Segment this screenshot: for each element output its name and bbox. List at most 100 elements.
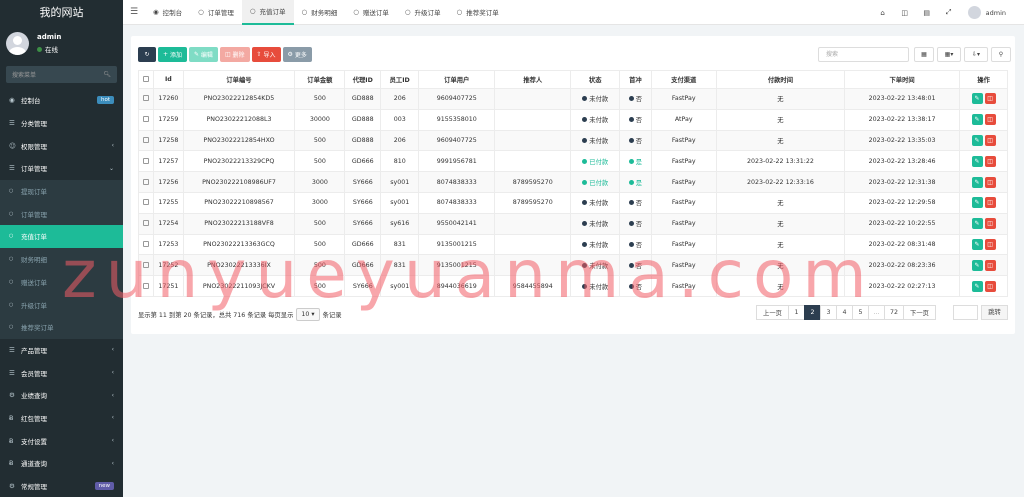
delete-row-button[interactable]: ◫ <box>984 155 996 167</box>
row-checkbox[interactable] <box>137 275 155 297</box>
row-checkbox[interactable] <box>137 212 155 235</box>
column-header[interactable]: 员工ID <box>380 70 420 89</box>
delete-row-button[interactable]: ◫ <box>984 280 996 292</box>
prev-page-button[interactable]: 上一页 <box>756 305 789 320</box>
row-checkbox[interactable] <box>137 171 155 193</box>
sidebar-item-17[interactable]: ⚙ 常规管理 new <box>0 475 123 497</box>
page-button[interactable]: 2 <box>804 305 821 320</box>
column-header[interactable]: Id <box>153 70 184 89</box>
delete-row-button[interactable]: ◫ <box>984 259 996 271</box>
per-page-select[interactable]: 10 ▾ <box>296 308 320 321</box>
row-checkbox[interactable] <box>137 108 155 131</box>
row-checkbox[interactable] <box>137 150 155 173</box>
sidebar-item-14[interactable]: Ƀ 红包管理 ‹ <box>0 407 123 430</box>
page-jump-input[interactable] <box>953 305 978 320</box>
table-row[interactable]: 17253 PNO23022213363GCQ 500 GD666 831 9135001… <box>137 233 1008 256</box>
translate-icon[interactable]: ▤ <box>916 9 938 17</box>
column-header[interactable]: 操作 <box>959 70 1008 89</box>
table-row[interactable]: 17257 PNO23022213329CPQ 500 GD666 810 9991956… <box>137 150 1008 173</box>
table-row[interactable]: 17258 PNO23022212854HXO 500 GD888 206 9609407… <box>137 129 1008 152</box>
sidebar-item-5[interactable]: ○ 订单管理 <box>0 202 123 226</box>
column-header[interactable]: 付款时间 <box>715 70 846 89</box>
add-button[interactable]: + 添加 <box>158 47 187 62</box>
page-button[interactable]: 5 <box>852 305 869 320</box>
sidebar-item-13[interactable]: ⚙ 业绩查询 ‹ <box>0 384 123 407</box>
sidebar-item-12[interactable]: ☰ 会员管理 ‹ <box>0 361 123 384</box>
table-row[interactable]: 17260 PNO23022212854KD5 500 GD888 206 9609407… <box>137 88 1008 110</box>
edit-row-button[interactable]: ✎ <box>971 134 983 146</box>
page-jump-button[interactable]: 跳转 <box>981 305 1008 320</box>
edit-row-button[interactable]: ✎ <box>971 155 983 167</box>
edit-row-button[interactable]: ✎ <box>971 93 983 105</box>
row-checkbox[interactable] <box>137 129 155 152</box>
row-checkbox[interactable] <box>137 88 155 110</box>
sidebar-item-6[interactable]: ○ 充值订单 <box>0 225 123 248</box>
tab-6[interactable]: ○ 推荐奖订单 <box>449 0 507 25</box>
tab-1[interactable]: ○ 订单管理 <box>190 0 242 25</box>
tab-0[interactable]: ◉ 控制台 <box>145 0 190 25</box>
delete-row-button[interactable]: ◫ <box>984 176 996 188</box>
delete-row-button[interactable]: ◫ <box>984 218 996 230</box>
delete-row-button[interactable]: ◫ <box>984 238 996 250</box>
column-header[interactable]: 状态 <box>570 70 621 89</box>
site-logo[interactable]: 我的网站 <box>0 0 123 25</box>
column-header[interactable]: 推荐人 <box>494 70 572 89</box>
tab-5[interactable]: ○ 升级订单 <box>397 0 449 25</box>
pagination-ellipsis[interactable]: ... <box>868 305 885 320</box>
edit-row-button[interactable]: ✎ <box>971 238 983 250</box>
refresh-button[interactable]: ↻ <box>138 47 156 62</box>
table-row[interactable]: 17251 PNO23022211093JCKV 500 SY666 sy001 8944… <box>137 275 1008 297</box>
row-checkbox[interactable] <box>137 191 155 214</box>
edit-row-button[interactable]: ✎ <box>971 259 983 271</box>
sidebar-item-16[interactable]: Ƀ 通道查询 ‹ <box>0 452 123 475</box>
edit-row-button[interactable]: ✎ <box>971 176 983 188</box>
sidebar-item-7[interactable]: ○ 财务明细 <box>0 247 123 271</box>
table-row[interactable]: 17256 PNO230222108986UF7 3000 SY666 sy001 807… <box>137 171 1008 193</box>
column-header[interactable]: 订单编号 <box>182 70 296 89</box>
page-button[interactable]: 1 <box>788 305 805 320</box>
search-toggle-button[interactable]: ⚲ <box>991 47 1011 62</box>
sidebar-item-15[interactable]: Ƀ 支付设置 ‹ <box>0 429 123 452</box>
menu-toggle-icon[interactable]: ☰ <box>123 7 145 17</box>
tab-2[interactable]: ○ 充值订单 <box>241 0 294 25</box>
home-icon[interactable]: ⌂ <box>872 9 894 17</box>
toggle-view-button[interactable]: ▦ <box>914 47 934 62</box>
delete-button[interactable]: ◫ 删除 <box>219 47 250 62</box>
edit-button[interactable]: ✎ 编辑 <box>188 47 218 62</box>
row-checkbox[interactable] <box>137 233 155 256</box>
columns-button[interactable]: ▦▾ <box>937 47 961 62</box>
column-header[interactable]: 代理ID <box>344 70 382 89</box>
delete-row-button[interactable]: ◫ <box>984 134 996 146</box>
column-header[interactable]: 首冲 <box>619 70 652 89</box>
table-search-input[interactable]: 搜索 <box>818 47 909 62</box>
sidebar-item-11[interactable]: ☰ 产品管理 ‹ <box>0 339 123 362</box>
delete-row-button[interactable]: ◫ <box>984 114 996 126</box>
column-header[interactable]: 支付渠道 <box>650 70 717 89</box>
topbar-username[interactable]: admin <box>986 9 1006 17</box>
export-button[interactable]: ⇩▾ <box>964 47 988 62</box>
sidebar-item-2[interactable]: ☺ 权限管理 ‹ <box>0 134 123 157</box>
edit-row-button[interactable]: ✎ <box>971 218 983 230</box>
delete-row-button[interactable]: ◫ <box>984 197 996 209</box>
fullscreen-icon[interactable]: ⤢ <box>938 8 960 17</box>
page-button[interactable]: 3 <box>820 305 837 320</box>
table-row[interactable]: 17254 PNO23022213188VF8 500 SY666 sy616 95500… <box>137 212 1008 235</box>
table-row[interactable]: 17252 PNO23022213336IX 500 GD666 831 91350012… <box>137 254 1008 277</box>
topbar-avatar[interactable] <box>967 6 981 19</box>
more-button[interactable]: ⚙ 更多 <box>282 47 312 62</box>
edit-row-button[interactable]: ✎ <box>971 197 983 209</box>
sidebar-item-3[interactable]: ☰ 订单管理 ⌄ <box>0 157 123 180</box>
edit-row-button[interactable]: ✎ <box>971 280 983 292</box>
menu-search-input[interactable]: 搜索菜单 🔍︎ <box>6 66 117 83</box>
column-header[interactable]: 订单金额 <box>294 70 346 89</box>
tab-4[interactable]: ○ 赠送订单 <box>345 0 397 25</box>
column-header[interactable]: 下单时间 <box>843 70 961 89</box>
delete-row-button[interactable]: ◫ <box>984 93 996 105</box>
sidebar-item-4[interactable]: ○ 提现订单 <box>0 179 123 203</box>
page-button[interactable]: 72 <box>884 305 904 320</box>
trash-icon[interactable]: ◫ <box>894 9 916 17</box>
sidebar-item-1[interactable]: ☰ 分类管理 <box>0 112 123 135</box>
page-button[interactable]: 4 <box>836 305 853 320</box>
column-header[interactable]: 订单用户 <box>418 70 496 89</box>
table-row[interactable]: 17255 PNO23022210898567 3000 SY666 sy001 8074… <box>137 191 1008 214</box>
